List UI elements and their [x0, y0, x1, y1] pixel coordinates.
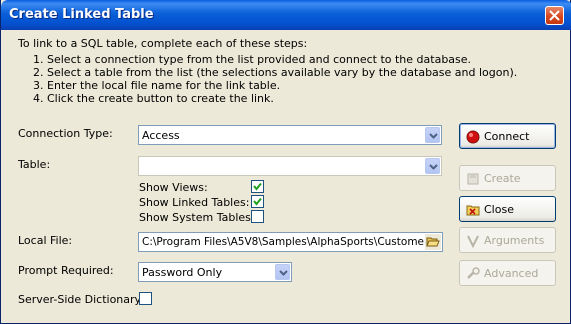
connect-label: Connect	[484, 130, 530, 143]
local-file-label: Local File:	[18, 234, 73, 247]
checkmark-icon	[253, 182, 262, 191]
show-views-checkbox[interactable]	[251, 180, 264, 193]
instruction-step-1: 1. Select a connection type from the lis…	[33, 53, 472, 66]
advanced-icon	[467, 267, 480, 279]
local-file-input[interactable]: C:\Program Files\A5V8\Samples\AlphaSport…	[138, 232, 443, 252]
prompt-required-label: Prompt Required:	[18, 264, 114, 277]
instruction-step-4: 4. Click the create button to create the…	[33, 92, 274, 105]
arguments-icon	[467, 235, 479, 248]
show-linked-tables-checkbox[interactable]	[251, 195, 264, 208]
show-views-label: Show Views:	[139, 181, 208, 194]
title-bar[interactable]: Create Linked Table	[1, 0, 571, 30]
close-folder-icon	[466, 205, 480, 216]
open-folder-icon	[426, 237, 440, 247]
browse-button[interactable]	[425, 234, 441, 250]
chevron-down-icon	[429, 133, 438, 139]
create-icon	[467, 173, 479, 185]
table-dropdown-button[interactable]	[425, 158, 440, 174]
close-label: Close	[484, 203, 514, 216]
connection-type-select[interactable]: Access	[138, 125, 442, 145]
instruction-step-2: 2. Select a table from the list (the sel…	[33, 66, 518, 79]
server-side-dictionary-checkbox[interactable]	[139, 292, 152, 305]
table-select[interactable]	[138, 156, 442, 176]
arguments-button[interactable]: Arguments	[459, 227, 556, 253]
advanced-button[interactable]: Advanced	[459, 260, 556, 286]
close-icon	[549, 10, 560, 21]
chevron-down-icon	[429, 164, 438, 170]
advanced-label: Advanced	[484, 267, 539, 280]
window-close-button[interactable]	[545, 6, 564, 25]
local-file-value: C:\Program Files\A5V8\Samples\AlphaSport…	[142, 236, 425, 248]
prompt-required-select[interactable]: Password Only	[138, 262, 292, 282]
server-side-dictionary-label: Server-Side Dictionary:	[18, 293, 144, 306]
prompt-required-dropdown-button[interactable]	[275, 264, 290, 280]
connect-button[interactable]: Connect	[459, 123, 556, 149]
red-circle-icon	[466, 130, 480, 144]
instructions-intro: To link to a SQL table, complete each of…	[18, 37, 308, 50]
connection-type-label: Connection Type:	[18, 127, 113, 140]
create-button[interactable]: Create	[459, 165, 556, 191]
prompt-required-value: Password Only	[142, 266, 223, 279]
instruction-step-3: 3. Enter the local file name for the lin…	[33, 79, 281, 92]
table-label: Table:	[18, 158, 51, 171]
checkmark-icon	[253, 197, 262, 206]
show-system-tables-checkbox[interactable]	[251, 210, 264, 223]
window-title: Create Linked Table	[9, 7, 154, 22]
arguments-label: Arguments	[484, 234, 545, 247]
show-linked-tables-label: Show Linked Tables:	[139, 196, 250, 209]
close-button[interactable]: Close	[459, 196, 556, 222]
dialog-window: Create Linked Table To link to a SQL tab…	[0, 0, 571, 324]
show-system-tables-label: Show System Tables:	[139, 211, 255, 224]
chevron-down-icon	[279, 270, 288, 276]
connection-type-value: Access	[142, 129, 180, 142]
create-label: Create	[484, 172, 521, 185]
connection-type-dropdown-button[interactable]	[425, 127, 440, 143]
